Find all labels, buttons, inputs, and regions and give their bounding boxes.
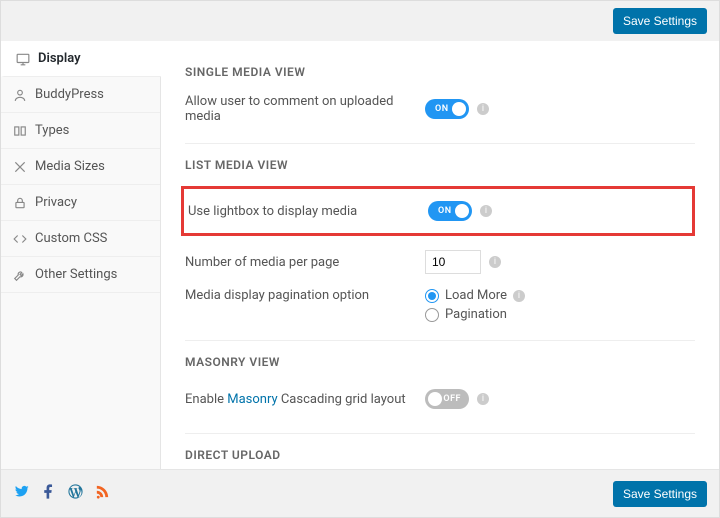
sidebar-item-buddypress[interactable]: BuddyPress bbox=[1, 77, 160, 113]
setting-label: Allow user to comment on uploaded media bbox=[185, 94, 425, 124]
setting-label: Enable Masonry Cascading grid layout bbox=[185, 392, 425, 407]
header-bar: Save Settings bbox=[1, 1, 719, 41]
sidebar-item-types[interactable]: Types bbox=[1, 113, 160, 149]
toggle-knob bbox=[452, 102, 466, 116]
setting-use-lightbox: Use lightbox to display media ON i bbox=[184, 195, 684, 227]
help-icon[interactable]: i bbox=[513, 290, 525, 302]
sidebar-item-custom-css[interactable]: Custom CSS bbox=[1, 221, 160, 257]
setting-pagination-option: Media display pagination option Load Mor… bbox=[185, 288, 695, 322]
facebook-icon[interactable] bbox=[40, 483, 57, 504]
sidebar-item-label: BuddyPress bbox=[35, 87, 104, 102]
sidebar-item-label: Other Settings bbox=[35, 267, 117, 282]
help-icon[interactable]: i bbox=[477, 393, 489, 405]
twitter-icon[interactable] bbox=[13, 483, 30, 504]
toggle-masonry[interactable]: OFF bbox=[425, 389, 469, 409]
content-panel: SINGLE MEDIA VIEW Allow user to comment … bbox=[161, 41, 719, 469]
toggle-knob bbox=[428, 392, 442, 406]
code-icon bbox=[13, 232, 27, 246]
sidebar-item-label: Display bbox=[38, 51, 81, 66]
masonry-link[interactable]: Masonry bbox=[227, 392, 277, 407]
highlight-lightbox-setting: Use lightbox to display media ON i bbox=[181, 186, 695, 236]
sidebar-item-label: Types bbox=[35, 123, 69, 138]
setting-label: Media display pagination option bbox=[185, 288, 425, 303]
sidebar-item-label: Privacy bbox=[35, 195, 77, 210]
setting-media-per-page: Number of media per page i bbox=[185, 246, 695, 278]
setting-allow-comment: Allow user to comment on uploaded media … bbox=[185, 93, 695, 125]
sidebar-item-label: Media Sizes bbox=[35, 159, 105, 174]
toggle-knob bbox=[455, 204, 469, 218]
toggle-state-label: ON bbox=[429, 104, 455, 114]
wordpress-icon[interactable] bbox=[67, 483, 84, 504]
rss-icon[interactable] bbox=[94, 483, 111, 504]
sidebar-item-privacy[interactable]: Privacy bbox=[1, 185, 160, 221]
help-icon[interactable]: i bbox=[489, 256, 501, 268]
section-title-direct-upload: DIRECT UPLOAD bbox=[185, 448, 695, 462]
section-title-masonry: MASONRY VIEW bbox=[185, 355, 695, 369]
sidebar-item-other-settings[interactable]: Other Settings bbox=[1, 257, 160, 293]
social-links bbox=[13, 483, 111, 504]
buddypress-icon bbox=[13, 88, 27, 102]
toggle-use-lightbox[interactable]: ON bbox=[428, 201, 472, 221]
wrench-icon bbox=[13, 268, 27, 282]
toggle-state-label: ON bbox=[432, 206, 458, 216]
help-icon[interactable]: i bbox=[480, 205, 492, 217]
sidebar-item-display[interactable]: Display bbox=[1, 41, 161, 77]
setting-masonry: Enable Masonry Cascading grid layout OFF… bbox=[185, 383, 695, 415]
setting-label: Use lightbox to display media bbox=[188, 204, 428, 219]
sidebar-item-label: Custom CSS bbox=[35, 231, 107, 246]
lock-icon bbox=[13, 196, 27, 210]
radio-pagination[interactable] bbox=[425, 308, 439, 322]
footer-bar: Save Settings bbox=[1, 469, 719, 517]
radio-load-more[interactable] bbox=[425, 289, 439, 303]
help-icon[interactable]: i bbox=[477, 103, 489, 115]
section-title-single-media: SINGLE MEDIA VIEW bbox=[185, 65, 695, 79]
sidebar-item-media-sizes[interactable]: Media Sizes bbox=[1, 149, 160, 185]
display-icon bbox=[16, 52, 30, 66]
section-title-list-media: LIST MEDIA VIEW bbox=[185, 158, 695, 172]
radio-label: Pagination bbox=[445, 307, 507, 322]
media-sizes-icon bbox=[13, 160, 27, 174]
setting-label: Number of media per page bbox=[185, 255, 425, 270]
radio-label: Load More bbox=[445, 288, 507, 303]
sidebar: Display BuddyPress Types Media Sizes Pri… bbox=[1, 41, 161, 469]
save-settings-button-bottom[interactable]: Save Settings bbox=[613, 481, 707, 507]
save-settings-button-top[interactable]: Save Settings bbox=[613, 8, 707, 34]
types-icon bbox=[13, 124, 27, 138]
toggle-allow-comment[interactable]: ON bbox=[425, 99, 469, 119]
media-per-page-input[interactable] bbox=[425, 250, 481, 274]
